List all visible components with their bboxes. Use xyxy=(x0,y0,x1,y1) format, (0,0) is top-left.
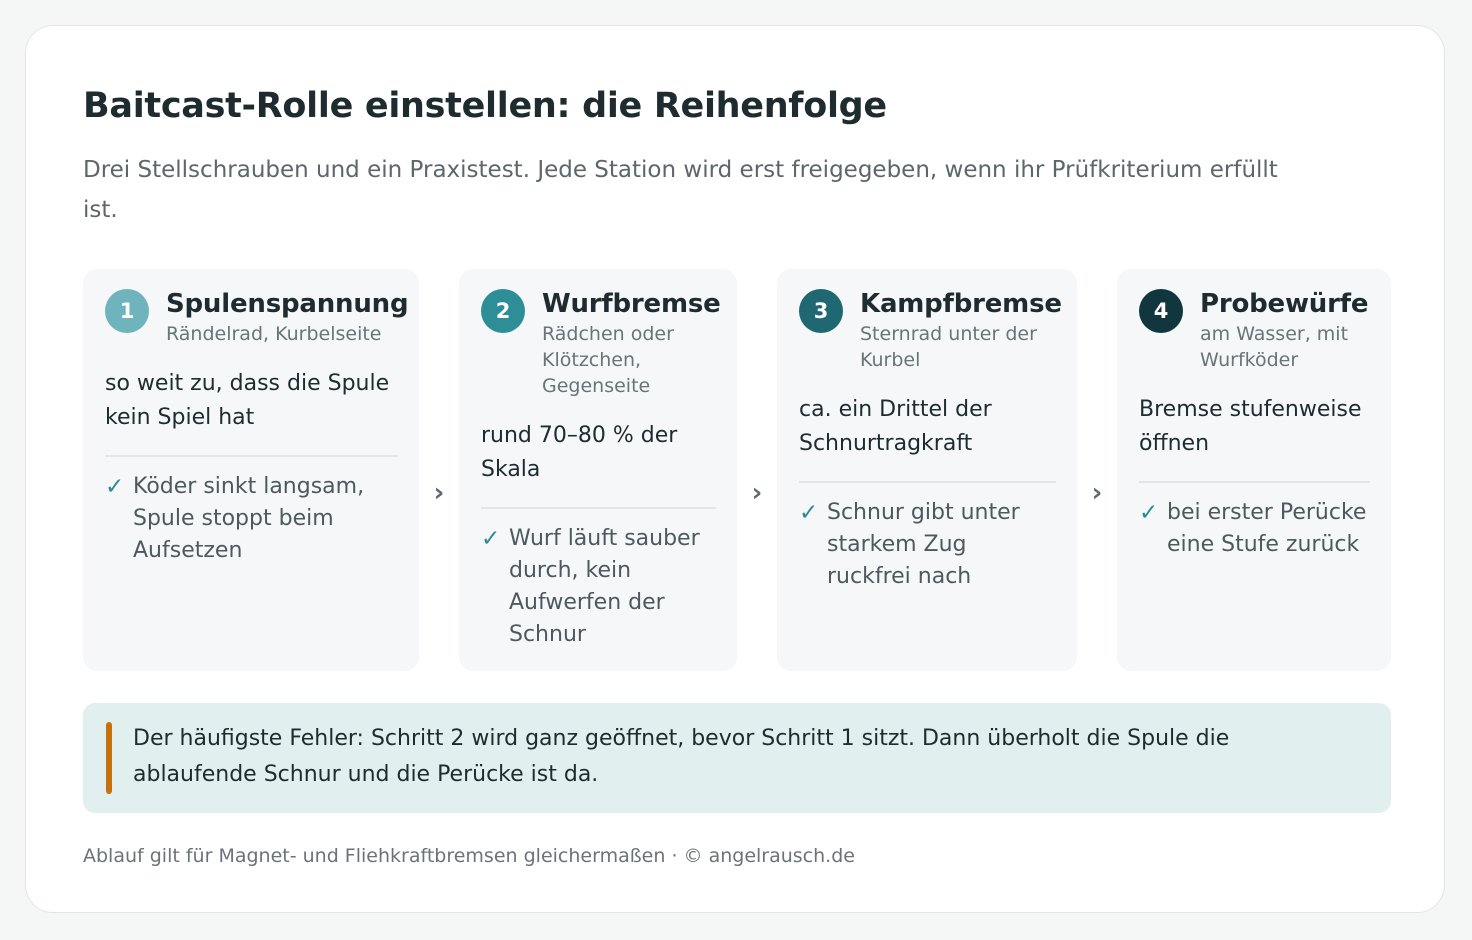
step-card-2: 2 Wurfbremse Rädchen oder Klötzchen, Geg… xyxy=(459,269,737,671)
footer-note: Ablauf gilt für Magnet- und Fliehkraftbr… xyxy=(83,845,855,867)
step-target: ca. ein Drittel der Schnurtragkraft xyxy=(799,393,1056,483)
step-title: Wurfbremse xyxy=(542,289,721,319)
step-target: rund 70–80 % der Skala xyxy=(481,419,716,509)
page-title: Baitcast-Rolle einstellen: die Reihenfol… xyxy=(83,86,887,126)
step-badge: 2 xyxy=(481,289,525,333)
step-subtitle: Rädchen oder Klötzchen, Gegenseite xyxy=(542,323,674,397)
step-badge: 1 xyxy=(105,289,149,333)
step-check-text: Köder sinkt langsam, Spule stoppt beim A… xyxy=(133,474,365,563)
step-check-text: Wurf läuft sauber durch, kein Aufwerfen … xyxy=(509,526,700,647)
step-badge: 3 xyxy=(799,289,843,333)
step-target: Bremse stufenweise öffnen xyxy=(1139,393,1370,483)
step-check: ✓ bei erster Perücke eine Stufe zurück xyxy=(1139,497,1370,561)
chevron-right-icon: › xyxy=(751,478,763,508)
step-card-4: 4 Probewürfe am Wasser, mit Wurfköder Br… xyxy=(1117,269,1391,671)
step-subtitle: am Wasser, mit Wurfköder xyxy=(1200,323,1349,371)
checkmark-icon: ✓ xyxy=(1139,500,1159,526)
callout-accent-bar xyxy=(106,722,112,794)
content-card: Baitcast-Rolle einstellen: die Reihenfol… xyxy=(25,25,1445,913)
warning-callout: Der häufigste Fehler: Schritt 2 wird gan… xyxy=(83,703,1391,813)
page-subtitle: Drei Stellschrauben und ein Praxistest. … xyxy=(83,157,1278,223)
step-check: ✓ Schnur gibt unter starkem Zug ruckfrei… xyxy=(799,497,1056,593)
step-title: Kampfbremse xyxy=(860,289,1062,319)
chevron-right-icon: › xyxy=(433,478,445,508)
checkmark-icon: ✓ xyxy=(105,474,125,500)
chevron-right-icon: › xyxy=(1091,478,1103,508)
step-check-text: Schnur gibt unter starkem Zug ruckfrei n… xyxy=(827,500,1020,589)
step-target: so weit zu, dass die Spule kein Spiel ha… xyxy=(105,367,398,457)
step-check-text: bei erster Perücke eine Stufe zurück xyxy=(1167,500,1367,557)
step-card-1: 1 Spulenspannung Rändelrad, Kurbelseite … xyxy=(83,269,419,671)
step-check: ✓ Köder sinkt langsam, Spule stoppt beim… xyxy=(105,471,398,567)
step-title: Probewürfe xyxy=(1200,289,1369,319)
checkmark-icon: ✓ xyxy=(799,500,819,526)
step-subtitle: Rändelrad, Kurbelseite xyxy=(166,323,382,345)
step-subtitle: Sternrad unter der Kurbel xyxy=(860,323,1037,371)
checkmark-icon: ✓ xyxy=(481,526,501,552)
step-check: ✓ Wurf läuft sauber durch, kein Aufwerfe… xyxy=(481,523,716,651)
callout-text: Der häufigste Fehler: Schritt 2 wird gan… xyxy=(133,726,1230,787)
step-title: Spulenspannung xyxy=(166,289,409,319)
step-badge: 4 xyxy=(1139,289,1183,333)
step-card-3: 3 Kampfbremse Sternrad unter der Kurbel … xyxy=(777,269,1077,671)
